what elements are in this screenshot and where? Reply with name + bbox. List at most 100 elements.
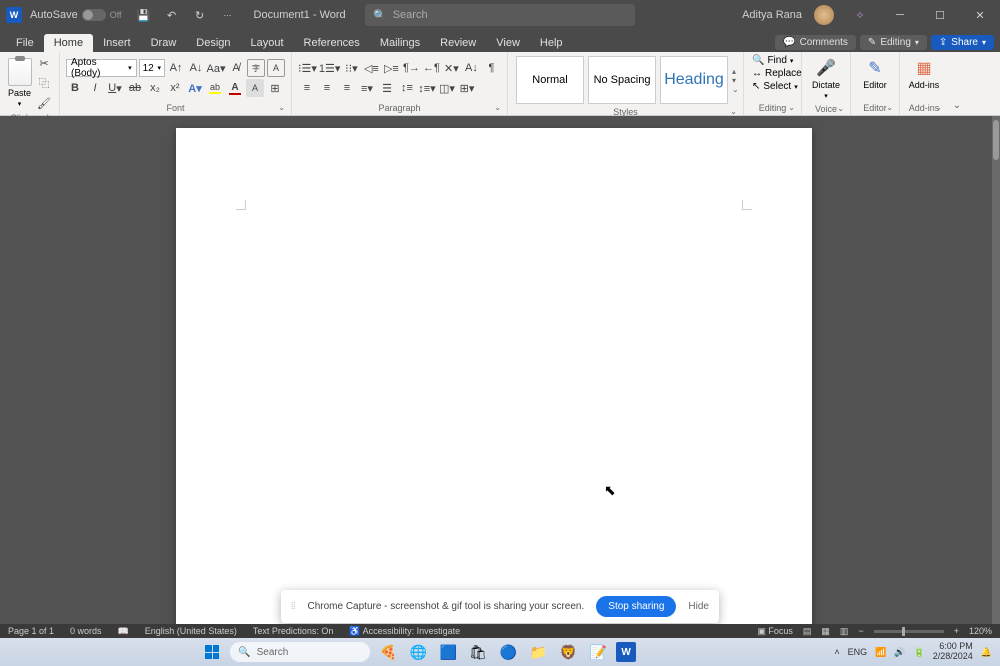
style-no-spacing[interactable]: No Spacing bbox=[588, 56, 656, 104]
taskbar-app-store[interactable]: 🛍 bbox=[466, 640, 490, 664]
tab-draw[interactable]: Draw bbox=[141, 34, 187, 52]
minimize-button[interactable]: ─ bbox=[886, 5, 914, 25]
start-button[interactable] bbox=[200, 642, 224, 662]
addins-button[interactable]: ▦ Add-ins bbox=[906, 54, 942, 94]
text-effects-button[interactable]: A▾ bbox=[186, 79, 204, 97]
bold-button[interactable]: B bbox=[66, 79, 84, 97]
taskbar-app-notepad[interactable]: 📝 bbox=[586, 640, 610, 664]
focus-mode[interactable]: ▣ Focus bbox=[757, 626, 793, 637]
document-area[interactable]: ⬉ bbox=[0, 116, 992, 628]
vertical-scrollbar[interactable] bbox=[992, 116, 1000, 628]
font-color-button[interactable]: A bbox=[226, 79, 244, 97]
style-heading[interactable]: Heading bbox=[660, 56, 728, 104]
find-button[interactable]: 🔍Find▾ bbox=[750, 54, 795, 67]
editing-mode-button[interactable]: ✎Editing▾ bbox=[860, 35, 927, 50]
editor-button[interactable]: ✎ Editor bbox=[857, 54, 893, 94]
font-size-combo[interactable]: 12▾ bbox=[139, 59, 165, 77]
enclose-chars-button[interactable]: A bbox=[267, 59, 285, 77]
clear-formatting-button[interactable]: A̸ bbox=[227, 59, 245, 77]
highlight-button[interactable]: ab bbox=[206, 79, 224, 97]
format-painter-button[interactable]: 🖌 bbox=[35, 94, 53, 112]
tab-help[interactable]: Help bbox=[530, 34, 573, 52]
zoom-in-button[interactable]: + bbox=[954, 626, 959, 636]
system-tray[interactable]: ˄ ENG 📶 🔊 🔋 6:00 PM 2/28/2024 🔔 bbox=[834, 642, 992, 662]
taskbar-search[interactable]: 🔍 Search bbox=[230, 642, 370, 662]
tab-file[interactable]: File bbox=[6, 34, 44, 52]
tab-design[interactable]: Design bbox=[186, 34, 240, 52]
user-name[interactable]: Aditya Rana bbox=[742, 9, 802, 21]
tab-mailings[interactable]: Mailings bbox=[370, 34, 430, 52]
show-marks-button[interactable]: ¶ bbox=[482, 59, 500, 77]
tab-view[interactable]: View bbox=[486, 34, 530, 52]
close-button[interactable]: ✕ bbox=[966, 5, 994, 25]
tab-insert[interactable]: Insert bbox=[93, 34, 141, 52]
distributed-button[interactable]: ☰ bbox=[378, 79, 396, 97]
asian-layout-button[interactable]: ✕▾ bbox=[442, 59, 460, 77]
shrink-font-button[interactable]: A↓ bbox=[187, 59, 205, 77]
copy-button[interactable]: ⿻ bbox=[35, 74, 53, 92]
notifications-icon[interactable]: 🔔 bbox=[981, 647, 992, 658]
web-layout-view-icon[interactable]: ▥ bbox=[840, 626, 849, 637]
wifi-icon[interactable]: 📶 bbox=[875, 647, 886, 658]
rtl-button[interactable]: ←¶ bbox=[422, 59, 440, 77]
borders-button[interactable]: ⊞▾ bbox=[458, 79, 476, 97]
language[interactable]: English (United States) bbox=[145, 626, 237, 636]
scroll-down-icon[interactable]: ▾ bbox=[732, 76, 739, 85]
qat-more-icon[interactable]: ⋯ bbox=[220, 7, 236, 23]
tray-chevron-icon[interactable]: ˄ bbox=[834, 647, 839, 657]
comments-button[interactable]: 💬Comments bbox=[775, 35, 856, 50]
expand-gallery-icon[interactable]: ⌄ bbox=[732, 85, 739, 94]
numbering-button[interactable]: 1☰▾ bbox=[319, 59, 341, 77]
ltr-button[interactable]: ¶→ bbox=[402, 59, 420, 77]
dictate-button[interactable]: 🎤 Dictate ▾ bbox=[808, 54, 844, 104]
notification-icon[interactable]: ✧ bbox=[852, 7, 868, 23]
font-name-combo[interactable]: Aptos (Body)▾ bbox=[66, 59, 137, 77]
line-spacing-button[interactable]: ↕≡ bbox=[398, 79, 416, 97]
increase-indent-button[interactable]: ▷≡ bbox=[382, 59, 400, 77]
hide-button[interactable]: Hide bbox=[688, 601, 709, 612]
text-predictions[interactable]: Text Predictions: On bbox=[253, 626, 334, 636]
taskbar-app-copilot[interactable]: 🌐 bbox=[406, 640, 430, 664]
accessibility[interactable]: ♿ Accessibility: Investigate bbox=[349, 626, 460, 637]
word-count[interactable]: 0 words bbox=[70, 626, 102, 636]
superscript-button[interactable]: x² bbox=[166, 79, 184, 97]
line-spacing2-button[interactable]: ↕≡▾ bbox=[418, 79, 436, 97]
undo-icon[interactable]: ↶ bbox=[164, 7, 180, 23]
char-border-button[interactable]: ⊞ bbox=[266, 79, 284, 97]
read-mode-view-icon[interactable]: ▦ bbox=[821, 626, 830, 637]
taskbar-app-brave[interactable]: 🦁 bbox=[556, 640, 580, 664]
bullets-button[interactable]: ⁝☰▾ bbox=[298, 59, 317, 77]
page-number[interactable]: Page 1 of 1 bbox=[8, 626, 54, 636]
taskbar-app-misc[interactable]: 🍕 bbox=[376, 640, 400, 664]
paste-button[interactable]: Paste ▾ bbox=[6, 58, 33, 108]
drag-handle-icon[interactable]: ⦙⦙ bbox=[291, 601, 295, 612]
align-left-button[interactable]: ≡ bbox=[298, 79, 316, 97]
phonetic-guide-button[interactable]: 字 bbox=[247, 59, 265, 77]
document-page[interactable]: ⬉ bbox=[176, 128, 812, 628]
volume-icon[interactable]: 🔊 bbox=[894, 647, 905, 658]
save-icon[interactable]: 💾 bbox=[136, 7, 152, 23]
change-case-button[interactable]: Aa▾ bbox=[207, 59, 225, 77]
shading-button[interactable]: ◫▾ bbox=[438, 79, 456, 97]
spell-check-icon[interactable]: 📖 bbox=[118, 626, 129, 637]
styles-scroll[interactable]: ▴ ▾ ⌄ bbox=[732, 67, 739, 94]
taskbar-app-edge[interactable]: 🟦 bbox=[436, 640, 460, 664]
zoom-slider[interactable] bbox=[874, 630, 944, 633]
toggle-switch-icon[interactable] bbox=[82, 9, 106, 21]
collapse-ribbon-button[interactable]: ⌄ bbox=[948, 52, 966, 115]
tab-layout[interactable]: Layout bbox=[241, 34, 294, 52]
subscript-button[interactable]: x₂ bbox=[146, 79, 164, 97]
autosave-toggle[interactable]: AutoSave Off bbox=[30, 9, 122, 21]
style-normal[interactable]: Normal bbox=[516, 56, 584, 104]
multilevel-list-button[interactable]: ⁝⁝▾ bbox=[342, 59, 360, 77]
redo-icon[interactable]: ↻ bbox=[192, 7, 208, 23]
clock[interactable]: 6:00 PM 2/28/2024 bbox=[933, 642, 973, 662]
underline-button[interactable]: U▾ bbox=[106, 79, 124, 97]
taskbar-app-chrome[interactable]: 🔵 bbox=[496, 640, 520, 664]
select-button[interactable]: ↖Select▾ bbox=[750, 80, 795, 93]
cut-button[interactable]: ✂ bbox=[35, 54, 53, 72]
strikethrough-button[interactable]: ab bbox=[126, 79, 144, 97]
tray-language-icon[interactable]: ENG bbox=[848, 647, 868, 657]
decrease-indent-button[interactable]: ◁≡ bbox=[362, 59, 380, 77]
taskbar-app-explorer[interactable]: 📁 bbox=[526, 640, 550, 664]
